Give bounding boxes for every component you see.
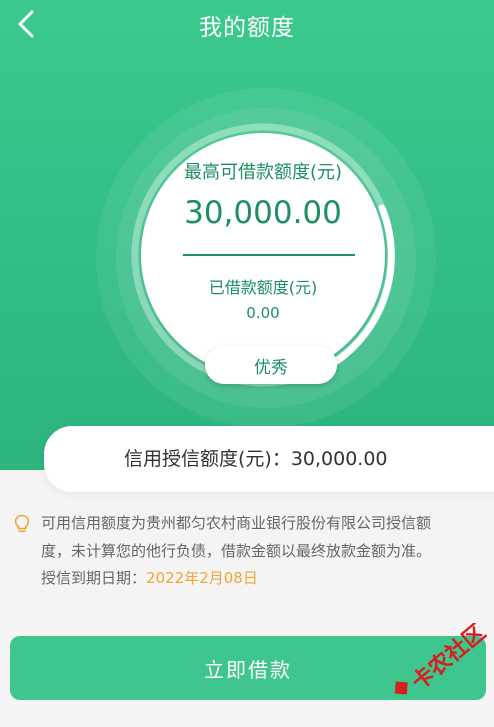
- circle-divider: [183, 254, 355, 256]
- expiry-label: 授信到期日期：: [41, 569, 147, 587]
- svg-text:卡农社区: 卡农社区: [407, 623, 488, 696]
- used-credit-amount: 0.00: [246, 304, 280, 322]
- expiry-date: 2022年2月08日: [146, 569, 258, 587]
- page-title: 我的额度: [199, 15, 295, 41]
- max-credit-label: 最高可借款额度(元): [183, 162, 343, 183]
- notice-line-1: 可用信用额度为贵州都匀农村商业银行股份有限公司授信额: [41, 514, 432, 532]
- notice-line-2: 度，未计算您的他行负债，借款金额以最终放款金额为准。: [41, 542, 432, 560]
- credit-limit-card: 信用授信额度(元)：30,000.00: [44, 426, 494, 492]
- used-credit-label: 已借款额度(元): [208, 278, 318, 297]
- watermark-logo: 卡农社区: [394, 623, 488, 696]
- credit-circle: 最高可借款额度(元) 30,000.00 已借款额度(元) 0.00: [141, 133, 385, 377]
- max-credit-amount: 30,000.00: [184, 195, 342, 231]
- notice-line-3: 授信到期日期：2022年2月08日: [41, 568, 258, 588]
- lightbulb-icon: [14, 514, 30, 533]
- credit-rating-badge: 优秀: [205, 346, 337, 384]
- credit-limit-text: 信用授信额度(元)：30,000.00: [124, 448, 388, 470]
